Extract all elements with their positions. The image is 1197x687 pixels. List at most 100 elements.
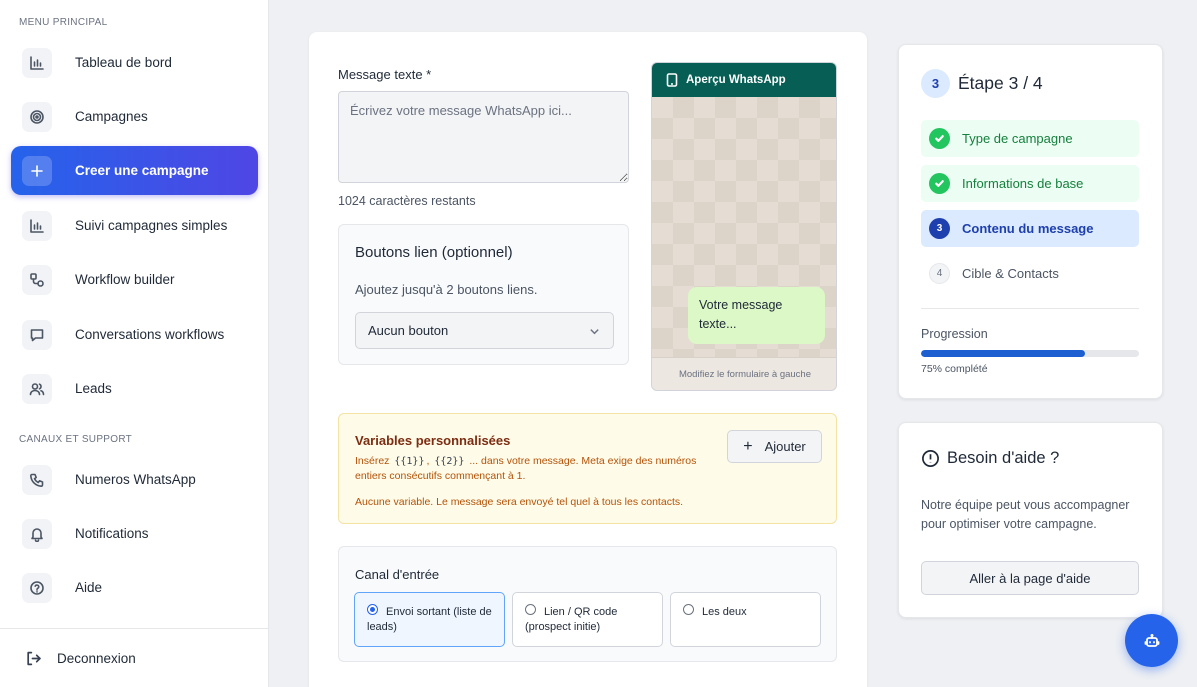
variables-title: Variables personnalisées: [355, 433, 511, 448]
variables-separator: ,: [426, 455, 430, 467]
entry-channel-title: Canal d'entrée: [355, 567, 440, 582]
variables-section: Variables personnalisées Insérez {{1}}, …: [338, 413, 837, 524]
add-variable-button[interactable]: + Ajouter: [727, 430, 822, 463]
sidebar: MENU PRINCIPAL Tableau de bord Campagnes…: [0, 0, 269, 687]
message-textarea[interactable]: [338, 91, 629, 183]
sidebar-item-label: Conversations workflows: [75, 327, 225, 342]
sidebar-item-simple-campaigns[interactable]: Suivi campagnes simples: [11, 201, 258, 250]
sidebar-item-label: Tableau de bord: [75, 55, 172, 70]
step-label: Cible & Contacts: [962, 266, 1059, 281]
variable-token-2: {{2}}: [434, 456, 465, 467]
channel-option-label: Lien / QR code (prospect initie): [525, 606, 618, 633]
bot-icon: [1144, 633, 1159, 647]
sidebar-item-notifications[interactable]: Notifications: [11, 509, 258, 558]
select-value: Aucun bouton: [368, 323, 449, 338]
help-header: Besoin d'aide ?: [921, 449, 1059, 468]
logout-icon: [27, 651, 41, 666]
logout-label: Deconnexion: [57, 651, 136, 666]
channel-option-label: Envoi sortant (liste de leads): [367, 606, 492, 633]
whatsapp-preview-header: Aperçu WhatsApp: [652, 63, 836, 97]
step-label: Informations de base: [962, 176, 1084, 191]
progress-label: Progression: [921, 327, 988, 341]
help-page-button[interactable]: Aller à la page d'aide: [921, 561, 1139, 595]
steps-card: 3 Étape 3 / 4 Type de campagne Informati…: [898, 44, 1163, 399]
bar-chart-icon: [22, 210, 52, 241]
bar-chart-icon: [22, 47, 52, 78]
step-number: 3: [929, 218, 950, 239]
step-item-campaign-type[interactable]: Type de campagne: [921, 120, 1139, 157]
channel-option-both[interactable]: Les deux: [670, 592, 821, 647]
sidebar-item-dashboard[interactable]: Tableau de bord: [11, 38, 258, 87]
campaign-form-card: Message texte * 1024 caractères restants…: [309, 32, 867, 687]
sidebar-item-label: Notifications: [75, 526, 149, 541]
sidebar-item-label: Leads: [75, 381, 112, 396]
variables-description: Insérez {{1}}, {{2}} ... dans votre mess…: [355, 454, 720, 484]
steps-divider: [921, 308, 1139, 309]
link-buttons-select[interactable]: Aucun bouton: [355, 312, 614, 349]
channel-option-outbound[interactable]: Envoi sortant (liste de leads): [354, 592, 505, 647]
sidebar-item-label: Suivi campagnes simples: [75, 218, 228, 233]
logout-button[interactable]: Deconnexion: [25, 650, 136, 667]
step-number-badge: 3: [921, 69, 950, 98]
variables-empty-text: Aucune variable. Le message sera envoyé …: [355, 496, 684, 508]
sidebar-item-label: Campagnes: [75, 109, 148, 124]
channel-option-link-qr[interactable]: Lien / QR code (prospect initie): [512, 592, 663, 647]
users-icon: [22, 373, 52, 404]
message-label: Message texte *: [338, 67, 432, 82]
step-item-target-contacts[interactable]: 4 Cible & Contacts: [921, 255, 1139, 292]
step-number: 4: [929, 263, 950, 284]
sidebar-item-leads[interactable]: Leads: [11, 364, 258, 413]
sidebar-item-label: Creer une campagne: [75, 163, 209, 178]
bell-icon: [22, 518, 52, 549]
sidebar-item-whatsapp-numbers[interactable]: Numeros WhatsApp: [11, 455, 258, 504]
whatsapp-preview-title: Aperçu WhatsApp: [686, 74, 786, 86]
link-buttons-section: Boutons lien (optionnel) Ajoutez jusqu'à…: [338, 224, 629, 365]
sidebar-item-campaigns[interactable]: Campagnes: [11, 92, 258, 141]
progress-bar: [921, 350, 1139, 357]
sidebar-item-label: Aide: [75, 580, 103, 595]
help-title: Besoin d'aide ?: [947, 449, 1060, 467]
step-label: Contenu du message: [962, 221, 1094, 236]
check-icon: [929, 128, 950, 149]
step-item-basic-info[interactable]: Informations de base: [921, 165, 1139, 202]
smartphone-icon: [666, 73, 678, 87]
sidebar-item-conversations[interactable]: Conversations workflows: [11, 310, 258, 359]
variable-token-1: {{1}}: [394, 456, 425, 467]
chat-icon: [22, 319, 52, 350]
plus-icon: [22, 155, 52, 186]
progress-bar-fill: [921, 350, 1085, 357]
sidebar-item-label: Numeros WhatsApp: [75, 472, 196, 487]
workflow-icon: [22, 264, 52, 295]
target-icon: [22, 101, 52, 132]
step-header: 3 Étape 3 / 4: [921, 69, 1043, 98]
step-title: Étape 3 / 4: [958, 73, 1043, 93]
step-label: Type de campagne: [962, 131, 1073, 146]
whatsapp-chat-background: Votre message texte...: [652, 97, 836, 359]
alert-circle-icon: [922, 450, 939, 467]
channel-option-label: Les deux: [702, 606, 747, 618]
help-card: Besoin d'aide ? Notre équipe peut vous a…: [898, 422, 1163, 618]
section-label-main: MENU PRINCIPAL: [19, 17, 108, 28]
chevron-down-icon: [590, 329, 599, 335]
step-item-message-content[interactable]: 3 Contenu du message: [921, 210, 1139, 247]
chatbot-button[interactable]: [1125, 614, 1178, 667]
chars-remaining: 1024 caractères restants: [338, 194, 476, 208]
whatsapp-preview-footer: Modifiez le formulaire à gauche: [652, 357, 836, 390]
entry-channel-section: Canal d'entrée Envoi sortant (liste de l…: [338, 546, 837, 662]
link-buttons-title: Boutons lien (optionnel): [355, 244, 513, 261]
help-circle-icon: [22, 572, 52, 603]
whatsapp-preview: Aperçu WhatsApp Votre message texte... M…: [651, 62, 837, 391]
sidebar-item-create-campaign[interactable]: Creer une campagne: [11, 146, 258, 195]
message-bubble: Votre message texte...: [688, 287, 825, 344]
sidebar-item-workflow-builder[interactable]: Workflow builder: [11, 255, 258, 304]
progress-text: 75% complété: [921, 363, 988, 375]
help-text: Notre équipe peut vous accompagner pour …: [921, 498, 1130, 531]
sidebar-item-help[interactable]: Aide: [11, 563, 258, 612]
phone-icon: [22, 464, 52, 495]
plus-icon: +: [743, 437, 753, 455]
link-buttons-description: Ajoutez jusqu'à 2 boutons liens.: [355, 282, 538, 297]
variables-desc-prefix: Insérez: [355, 455, 390, 467]
section-label-support: CANAUX ET SUPPORT: [19, 434, 133, 445]
sidebar-item-label: Workflow builder: [75, 272, 175, 287]
sidebar-divider: [0, 628, 269, 629]
